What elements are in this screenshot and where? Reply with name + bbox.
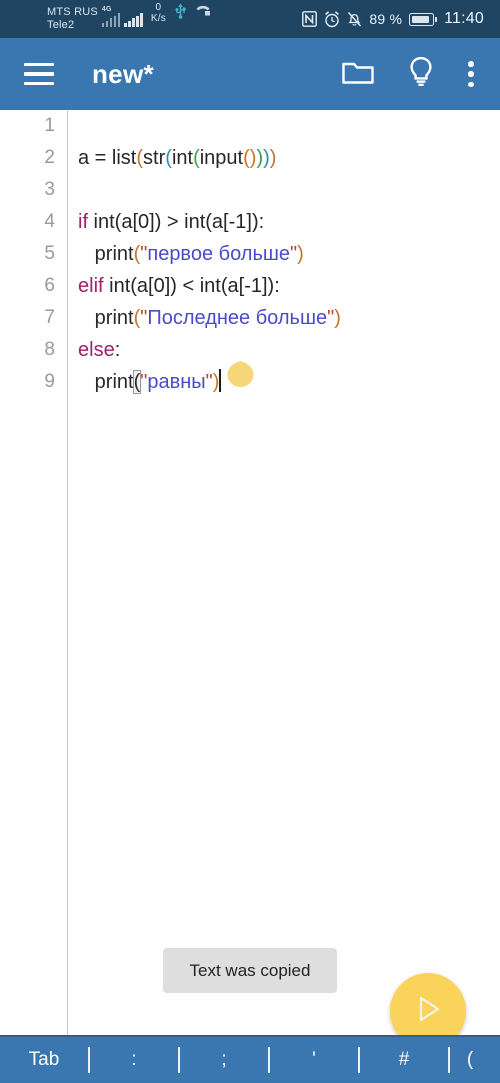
token-if-condition: int(a[0]) > int(a[-1]): (88, 211, 265, 233)
code-line-8[interactable]: else: (78, 334, 500, 366)
token-print: print (94, 243, 134, 265)
carrier-line-1: MTS RUS (47, 6, 98, 18)
alarm-icon (324, 10, 340, 28)
code-line-3[interactable] (78, 174, 500, 206)
token-paren-close-2: ) (263, 147, 270, 169)
keyword-if: if (78, 211, 88, 233)
hint-button[interactable] (408, 56, 434, 93)
string-ravny: равны (147, 371, 206, 393)
code-line-1[interactable] (78, 110, 500, 142)
signal-bars-icon-1 (101, 13, 121, 27)
app-bar-actions (342, 56, 474, 93)
battery-percent-label: 89 % (369, 11, 403, 27)
string-poslednee-bolshe: Последнее больше (147, 307, 328, 329)
hamburger-menu-icon[interactable] (24, 63, 54, 85)
key-hash[interactable]: # (360, 1049, 448, 1071)
key-semicolon[interactable]: ; (180, 1049, 268, 1071)
key-divider (358, 1047, 360, 1073)
carrier-line-2: Tele2 (47, 19, 75, 31)
lightbulb-icon (408, 56, 434, 93)
data-rate-unit: K/s (150, 13, 166, 24)
token-colon: : (114, 339, 121, 361)
token-input: input (199, 147, 244, 169)
key-apostrophe[interactable]: ' (270, 1049, 358, 1071)
open-folder-button[interactable] (342, 59, 374, 90)
token-print: print (94, 371, 134, 393)
run-play-icon (411, 992, 445, 1031)
status-bar-left: MTS RUS Tele2 4G 0 K/s (47, 2, 211, 36)
token-str: str (143, 147, 166, 169)
token-int: int (171, 147, 194, 169)
token-paren-open-2: ( (165, 147, 172, 169)
key-paren-open[interactable]: ( (450, 1049, 490, 1071)
key-divider (448, 1047, 450, 1073)
token-paren-close: ) (334, 307, 341, 329)
page-title: new* (92, 58, 154, 89)
kebab-menu-icon (468, 61, 474, 87)
token-paren-close: ) (297, 243, 304, 265)
usb-icon (174, 2, 187, 19)
code-line-6[interactable]: elif int(a[0]) < int(a[-1]): (78, 270, 500, 302)
clock-label: 11:40 (444, 10, 484, 27)
bell-muted-icon (347, 11, 362, 28)
code-area[interactable]: a = list(str(int(input()))) if int(a[0])… (68, 110, 500, 1035)
line-number: 3 (44, 179, 55, 200)
data-rate-value: 0 (155, 2, 162, 13)
token-quote-close: " (205, 371, 213, 393)
line-number: 2 (44, 147, 55, 168)
token-assign: a = (78, 147, 112, 169)
status-bar: MTS RUS Tele2 4G 0 K/s 89 % 11:40 (0, 0, 500, 38)
code-line-7[interactable]: print("Последнее больше") (78, 302, 500, 334)
line-number: 9 (44, 371, 55, 392)
nfc-icon (302, 11, 318, 27)
line-number: 8 (44, 339, 55, 360)
token-paren-close-1: ) (269, 147, 277, 169)
key-divider (268, 1047, 270, 1073)
text-caret (219, 369, 222, 392)
status-bar-right: 89 % 11:40 (302, 10, 484, 28)
sim1-signal: 4G (101, 2, 121, 32)
battery-icon (409, 12, 438, 26)
app-bar: new* (0, 38, 500, 110)
line-number: 6 (44, 275, 55, 296)
string-pervoe-bolshe: первое больше (147, 243, 291, 265)
text-cursor-handle[interactable] (224, 352, 257, 388)
line-number: 4 (44, 211, 55, 232)
token-list: list (111, 147, 137, 169)
key-divider (178, 1047, 180, 1073)
keyword-elif: elif (78, 275, 104, 297)
line-number: 5 (44, 243, 55, 264)
token-paren-open-4: ( (243, 147, 250, 169)
call-forwarding-icon (195, 2, 211, 16)
toast-message: Text was copied (163, 948, 337, 993)
overflow-menu-button[interactable] (468, 61, 474, 87)
code-line-5[interactable]: print("первое больше") (78, 238, 500, 270)
token-paren-open-3: ( (193, 147, 200, 169)
folder-icon (342, 59, 374, 90)
app-root: MTS RUS Tele2 4G 0 K/s 89 % 11:40 new* 1… (0, 0, 500, 1083)
toast-text: Text was copied (189, 960, 311, 980)
token-print: print (94, 307, 134, 329)
key-divider (88, 1047, 90, 1073)
sim2-signal (123, 2, 143, 32)
network-type-label: 4G (101, 6, 112, 13)
code-line-2[interactable]: a = list(str(int(input()))) (78, 142, 500, 174)
line-number: 1 (44, 115, 55, 136)
line-number: 7 (44, 307, 55, 328)
carrier-names: MTS RUS Tele2 (47, 2, 98, 32)
token-paren-close: ) (212, 371, 220, 393)
symbol-key-bar: Tab : ; ' # ( (0, 1035, 500, 1083)
line-number-gutter: 1 2 3 4 5 6 7 8 9 (0, 110, 68, 1035)
key-colon[interactable]: : (90, 1049, 178, 1071)
code-line-9[interactable]: print("равны") (78, 366, 500, 398)
key-tab[interactable]: Tab (0, 1049, 88, 1071)
code-editor[interactable]: 1 2 3 4 5 6 7 8 9 a = list(str(int(input… (0, 110, 500, 1035)
keyword-else: else (78, 339, 115, 361)
code-line-4[interactable]: if int(a[0]) > int(a[-1]): (78, 206, 500, 238)
signal-bars-icon-2 (124, 13, 143, 27)
data-rate-indicator: 0 K/s (151, 2, 166, 25)
token-elif-condition: int(a[0]) < int(a[-1]): (103, 275, 280, 297)
